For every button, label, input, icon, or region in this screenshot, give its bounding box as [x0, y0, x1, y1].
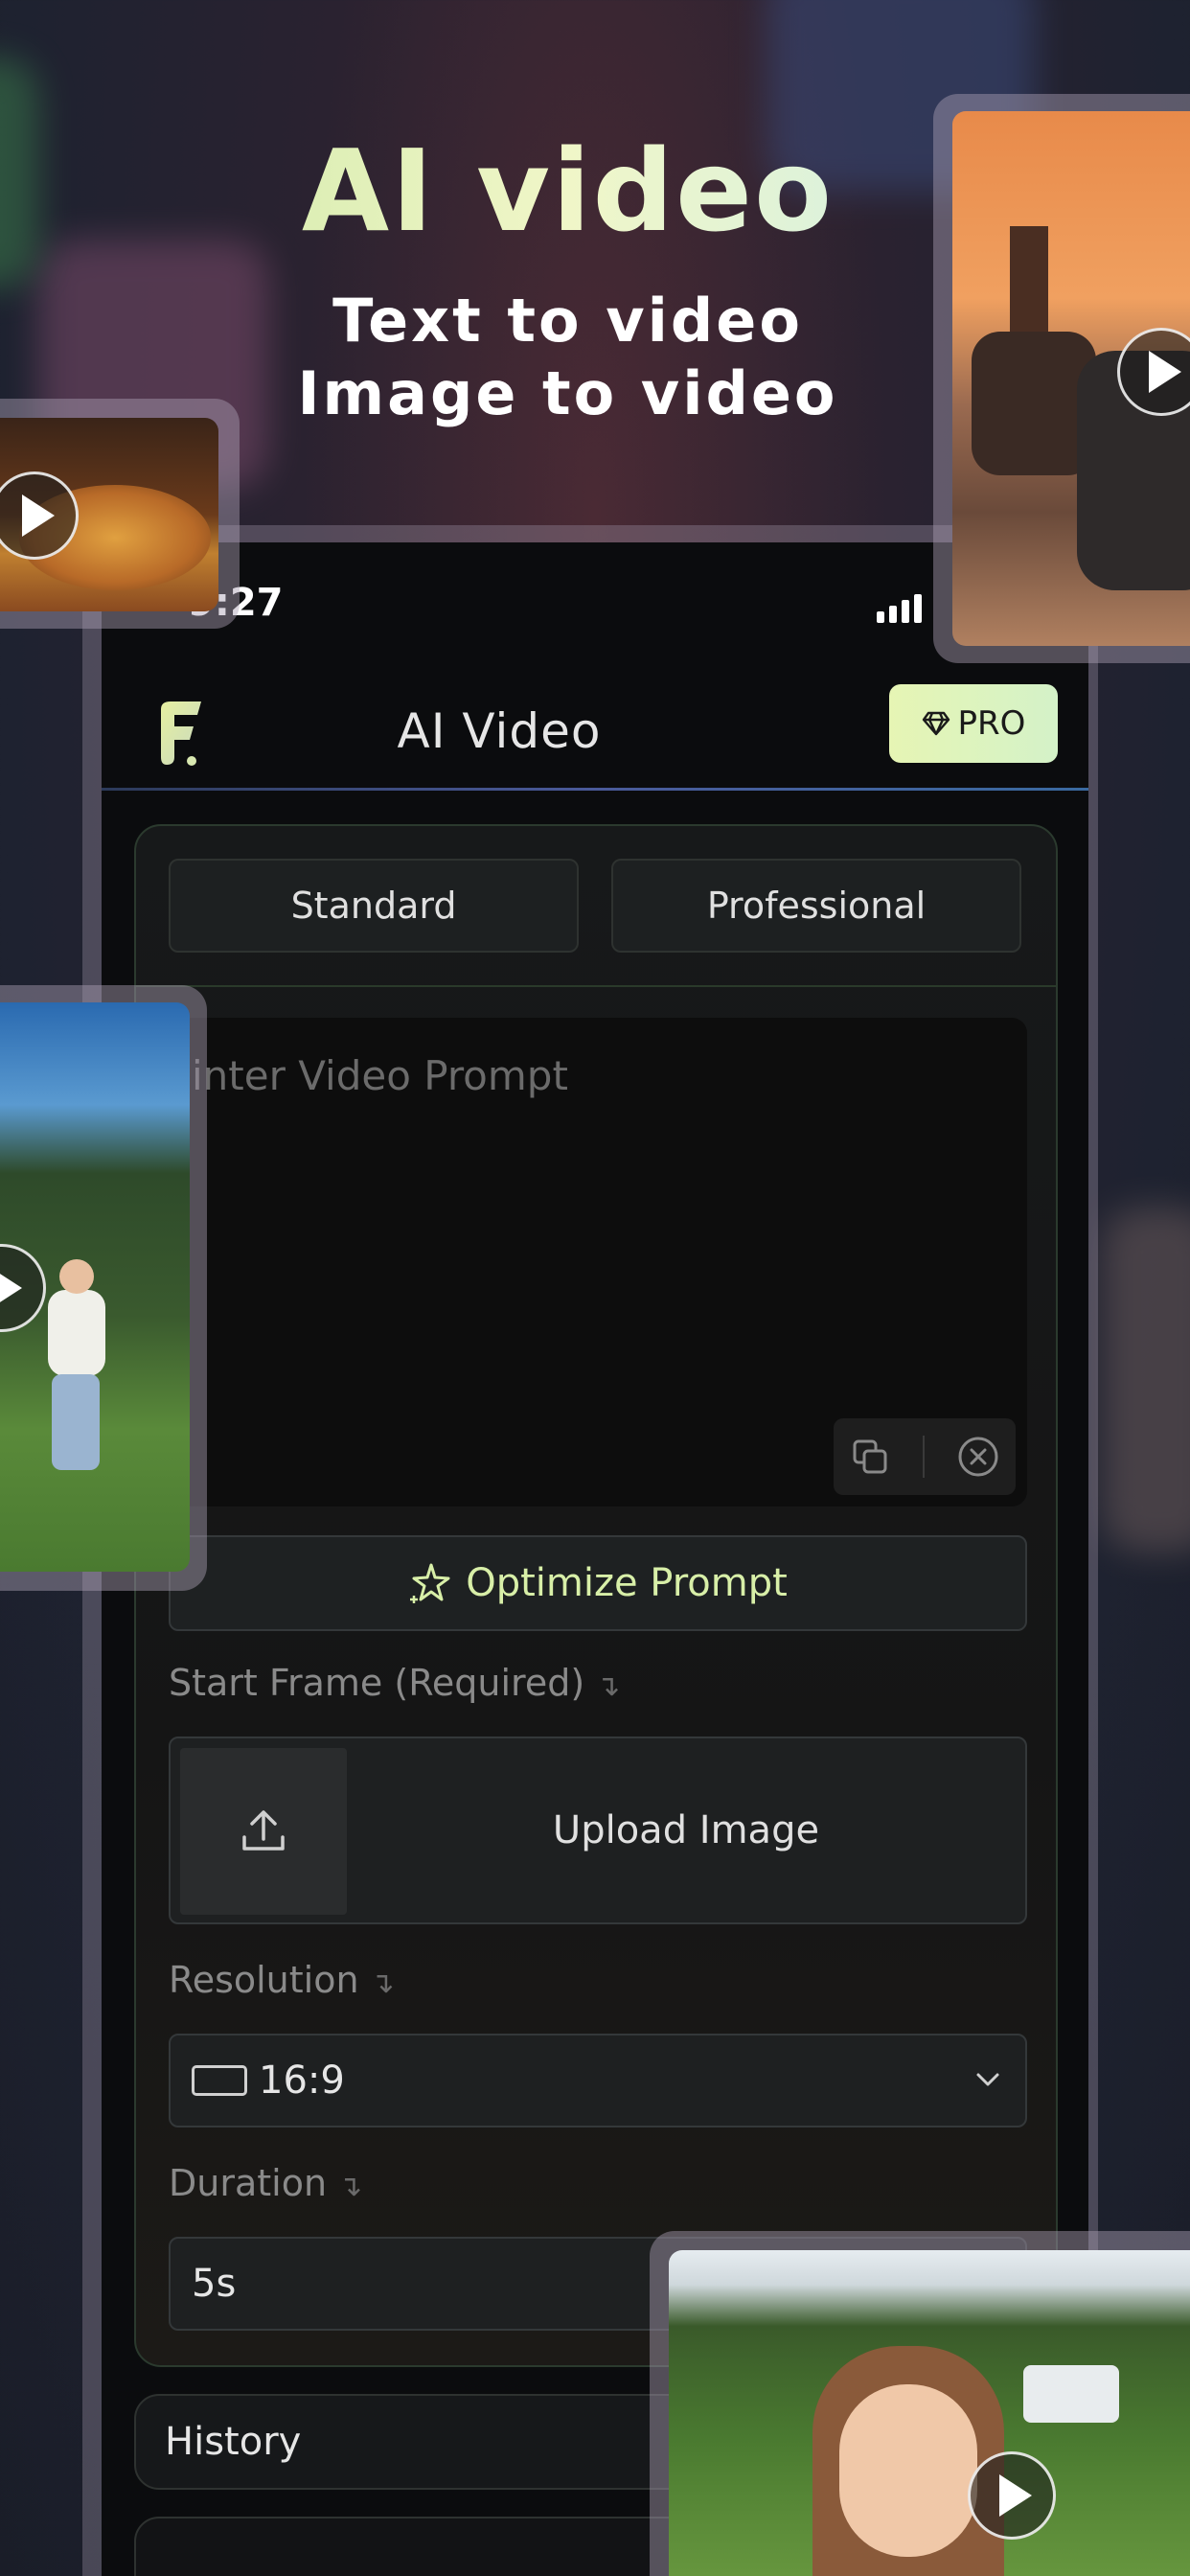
sparkle-icon	[410, 1563, 450, 1603]
page-title: AI Video	[397, 703, 602, 759]
pro-button[interactable]: PRO	[889, 684, 1058, 763]
duration-value: 5s	[192, 2262, 237, 2306]
duration-label: Duration ↴	[169, 2162, 363, 2204]
tab-professional[interactable]: Professional	[611, 859, 1021, 953]
tab-standard[interactable]: Standard	[169, 859, 579, 953]
prompt-input[interactable]: inter Video Prompt	[169, 1018, 1027, 1506]
header-divider	[102, 788, 1088, 791]
resolution-value: 16:9	[259, 2058, 345, 2103]
upload-label: Upload Image	[552, 1808, 820, 1852]
aspect-ratio-icon	[192, 2065, 247, 2096]
person-jeans-shape	[52, 1374, 100, 1470]
person-shape	[48, 1290, 105, 1376]
play-icon[interactable]	[968, 2451, 1056, 2540]
prompt-tools	[834, 1418, 1016, 1495]
video-thumbnail-desert-robots[interactable]	[952, 111, 1190, 646]
signal-icon	[877, 594, 922, 623]
tabs-divider	[136, 985, 1056, 987]
copy-icon[interactable]	[849, 1436, 891, 1478]
optimize-prompt-button[interactable]: Optimize Prompt	[169, 1535, 1027, 1631]
start-frame-label: Start Frame (Required) ↴	[169, 1662, 621, 1704]
video-thumbnail-girl-field[interactable]	[0, 1002, 190, 1572]
resolution-select[interactable]: 16:9	[169, 2034, 1027, 2128]
face-shape	[839, 2384, 977, 2557]
play-icon[interactable]	[0, 1244, 46, 1332]
clear-icon[interactable]	[956, 1435, 1000, 1479]
upload-icon	[242, 1810, 285, 1851]
hint-arrow-icon: ↴	[370, 1966, 395, 2000]
generation-panel: Standard Professional inter Video Prompt	[134, 824, 1058, 2367]
garden-chairs-shape	[1023, 2365, 1119, 2423]
tools-separator	[922, 1436, 925, 1478]
optimize-label: Optimize Prompt	[466, 1561, 788, 1605]
video-thumbnail-garden-woman[interactable]	[669, 2250, 1190, 2576]
upload-icon-box	[180, 1748, 347, 1915]
resolution-label: Resolution ↴	[169, 1959, 395, 2001]
tower-shape	[1010, 226, 1048, 332]
video-thumbnail-food[interactable]	[0, 418, 218, 611]
diamond-icon	[922, 711, 950, 736]
person-head-shape	[59, 1259, 94, 1294]
prompt-placeholder: inter Video Prompt	[192, 1052, 568, 1099]
chevron-down-icon	[976, 2073, 999, 2086]
hint-arrow-icon: ↴	[596, 1669, 621, 1703]
background-blur-card	[1102, 1208, 1190, 1552]
hint-arrow-icon: ↴	[338, 2170, 363, 2203]
pro-label: PRO	[957, 704, 1026, 743]
upload-image-button[interactable]: Upload Image	[169, 1736, 1027, 1924]
